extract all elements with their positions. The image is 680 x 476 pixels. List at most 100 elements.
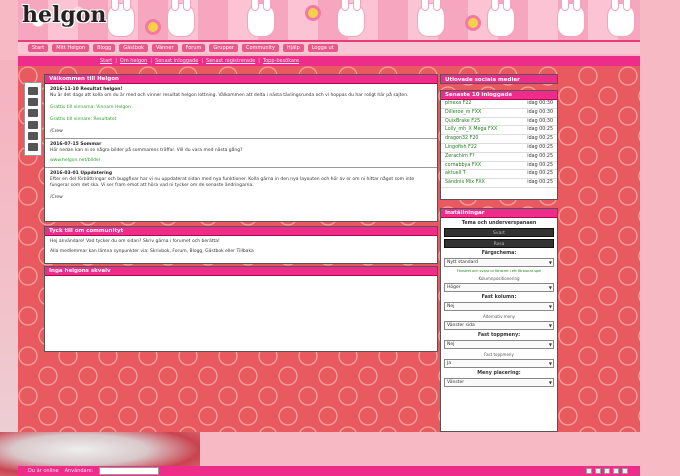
photo-icon[interactable] — [28, 120, 38, 129]
nav-blogg[interactable]: Blogg — [93, 44, 116, 52]
theme-dark-button[interactable]: Svart — [444, 228, 554, 237]
message-icon[interactable] — [595, 468, 601, 474]
online-user-time: idag 00:25 — [527, 144, 553, 150]
online-user-row[interactable]: cornabbya FXX idag 00:25 — [441, 162, 557, 171]
online-user-time: idag 00:25 — [527, 162, 553, 168]
online-user-row[interactable]: QuixBrake F25 idag 00:30 — [441, 118, 557, 127]
online-user-name[interactable]: pinexa F22 — [445, 100, 471, 108]
site-logo[interactable]: helgon — [22, 2, 106, 28]
online-user-name[interactable]: Lolly_mh_X Mega FXX — [445, 126, 497, 134]
online-user-name[interactable]: QuixBrake F25 — [445, 118, 480, 126]
feed-panel: Inga helgons skvalv — [44, 266, 438, 352]
online-user-name[interactable]: cornabbya FXX — [445, 162, 481, 170]
online-user-row[interactable]: Lingofish F22 idag 00:25 — [441, 144, 557, 153]
community-body-2: Alla medlemmar kan lämna synpunkter via:… — [50, 249, 254, 254]
subnav-senast-inloggade[interactable]: Senast inloggade — [155, 58, 198, 64]
nav-gastbok[interactable]: Gästbok — [119, 44, 148, 52]
online-user-name[interactable]: Dilleroe_m FXX — [445, 109, 481, 117]
online-user-row[interactable]: Dilleroe_m FXX idag 00:30 — [441, 109, 557, 118]
community-panel-title: Tyck till om communityt — [45, 227, 437, 236]
column-position-select[interactable]: Höger — [444, 283, 554, 292]
nav-logga-ut[interactable]: Logga ut — [307, 44, 338, 52]
user-search-input[interactable] — [99, 467, 160, 475]
friends-icon[interactable] — [28, 131, 38, 140]
bunny-decoration — [248, 0, 274, 36]
online-user-time: idag 00:30 — [527, 118, 553, 124]
online-user-row[interactable]: Lolly_mh_X Mega FXX idag 00:25 — [441, 126, 557, 136]
bunny-decoration — [488, 0, 514, 36]
close-icon[interactable] — [622, 468, 628, 474]
flower-decoration — [468, 18, 478, 28]
theme-label: Tema och underverspanaen — [461, 221, 537, 226]
online-users-title: Senaste 10 inloggade — [441, 91, 557, 100]
separator: | — [115, 58, 117, 64]
fixed-column-select[interactable]: Nej — [444, 302, 554, 311]
alt-menu-label: Alternativ meny — [482, 314, 515, 319]
bunny-decoration — [168, 0, 194, 36]
nav-grupper[interactable]: Grupper — [209, 44, 238, 52]
online-user-name[interactable]: Sändnix Mix FXX — [445, 179, 485, 187]
user-icon[interactable] — [28, 109, 38, 118]
nav-hjalp[interactable]: Hjälp — [282, 44, 304, 52]
bottom-icon-group — [586, 468, 628, 474]
online-user-name[interactable]: aktuell T — [445, 170, 466, 178]
online-user-time: idag 00:25 — [527, 180, 553, 186]
sub-nav: Start | Om helgon | Senast inloggade | S… — [18, 56, 640, 66]
online-user-row[interactable]: Zerachim F? idag 00:25 — [441, 153, 557, 162]
online-user-time: idag 00:25 — [527, 136, 553, 142]
online-status: Du är online — [28, 468, 59, 474]
nav-community[interactable]: Community — [241, 44, 279, 52]
chat-icon[interactable] — [28, 97, 38, 106]
online-user-row[interactable]: dragon32 F20 idag 00:25 — [441, 135, 557, 144]
subnav-start[interactable]: Start — [100, 58, 112, 64]
online-user-row[interactable]: pinexa F22 idag 00:30 — [441, 100, 557, 109]
welcome-panel-title: Välkommen till Helgon — [45, 75, 437, 84]
settings-panel: Inställningar Tema och underverspanaen S… — [440, 208, 558, 432]
subnav-senast-registrerade[interactable]: Senast registrerade — [206, 58, 255, 64]
online-user-time: idag 00:30 — [527, 109, 553, 115]
nav-vanner[interactable]: Vänner — [151, 44, 178, 52]
menu-placement-label: Meny placering: — [477, 371, 521, 376]
friend-request-icon[interactable] — [604, 468, 610, 474]
news-post: 2016-07-15 Sommar Här nedan kan ni se nå… — [45, 139, 437, 168]
post-body: Nu är det dags att kolla om du är med oc… — [50, 93, 409, 98]
fixed-topmenu-select[interactable]: Nej — [444, 340, 554, 349]
settings-icon[interactable] — [613, 468, 619, 474]
welcome-panel: Välkommen till Helgon 2016-11-10 Resulta… — [44, 74, 438, 222]
online-user-name[interactable]: dragon32 F20 — [445, 135, 478, 143]
community-panel: Tyck till om communityt Hej användare! V… — [44, 226, 438, 264]
nav-forum[interactable]: Forum — [181, 44, 206, 52]
bunny-decoration — [418, 0, 444, 36]
flower-decoration — [148, 22, 158, 32]
mini-topmenu-select[interactable]: Ja — [444, 359, 554, 368]
nav-start[interactable]: Start — [28, 44, 49, 52]
column-position-label: Kolumnpositionering — [478, 276, 520, 281]
post-link[interactable]: Grattis till vinnare: Resultatet — [50, 117, 432, 123]
post-body: Efter en del förbättringar och buggfixar… — [50, 177, 415, 188]
bunny-decoration — [338, 0, 364, 36]
nav-mitt-helgon[interactable]: Mitt Helgon — [52, 44, 90, 52]
alt-menu-select[interactable]: Vänster sida — [444, 321, 554, 330]
subnav-om-helgon[interactable]: Om helgon — [120, 58, 147, 64]
online-user-row[interactable]: Sändnix Mix FXX idag 00:25 — [441, 179, 557, 188]
color-scheme-select[interactable]: Nytt standard — [444, 258, 554, 267]
subnav-topp-besokare[interactable]: Topp-besökare — [263, 58, 299, 64]
mini-topmenu-label: Fast toppmeny — [484, 352, 514, 357]
online-user-name[interactable]: Zerachim F? — [445, 153, 475, 161]
news-post: 2016-11-10 Resultat helgon! Nu är det da… — [45, 84, 437, 139]
mail-icon[interactable] — [28, 86, 38, 95]
fixed-column-label: Fast kolumn: — [481, 295, 517, 300]
post-link[interactable]: www.helgon.net/bilder — [50, 158, 432, 164]
online-user-time: idag 00:25 — [527, 127, 553, 133]
tool-sidebar — [24, 82, 42, 156]
heart-icon[interactable] — [28, 143, 38, 152]
separator: | — [258, 58, 260, 64]
post-link[interactable]: Grattis till vinnarna: Vinnare Helgon — [50, 105, 432, 111]
online-user-name[interactable]: Lingofish F22 — [445, 144, 477, 152]
social-media-header[interactable]: Utlovade sociala medier — [440, 74, 558, 84]
online-user-row[interactable]: aktuell T idag 00:25 — [441, 170, 557, 180]
notification-icon[interactable] — [586, 468, 592, 474]
theme-pink-button[interactable]: Rosa — [444, 239, 554, 248]
menu-placement-select[interactable]: Vänster — [444, 378, 554, 387]
bunny-decoration — [108, 0, 134, 36]
